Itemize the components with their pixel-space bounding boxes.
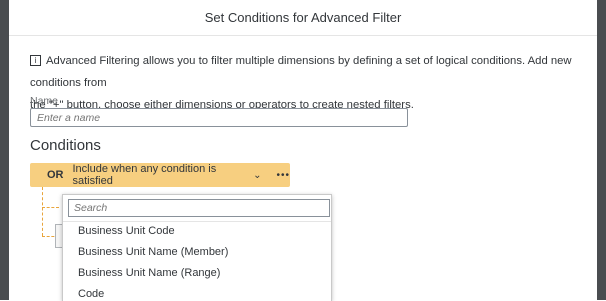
- search-input[interactable]: [68, 199, 330, 217]
- background-overlay-left: [0, 0, 9, 300]
- info-icon: i: [30, 54, 41, 66]
- dialog-header: Set Conditions for Advanced Filter: [9, 0, 597, 36]
- or-condition-group[interactable]: OR Include when any condition is satisfi…: [30, 163, 290, 187]
- advanced-filter-dialog: Set Conditions for Advanced Filter i Adva…: [9, 0, 597, 301]
- name-input[interactable]: [30, 108, 408, 127]
- conditions-heading: Conditions: [30, 137, 101, 154]
- chevron-down-icon[interactable]: ⌄: [253, 170, 261, 181]
- tree-connector-branch: [42, 207, 59, 208]
- background-overlay-right: [597, 0, 606, 300]
- operator-label: OR: [47, 169, 64, 181]
- dropdown-option-business-unit-code[interactable]: Business Unit Code: [78, 225, 175, 237]
- more-icon[interactable]: •••: [276, 170, 290, 181]
- info-message: i Advanced Filtering allows you to filter…: [30, 50, 590, 116]
- dropdown-divider: [63, 221, 331, 222]
- tree-connector-vertical: [42, 187, 43, 236]
- dropdown-option-code[interactable]: Code: [78, 288, 104, 300]
- info-text-line1: Advanced Filtering allows you to filter …: [30, 55, 572, 89]
- name-label: Name: [30, 95, 59, 107]
- dimension-dropdown: Business Unit Code Business Unit Name (M…: [62, 194, 332, 301]
- operator-description: Include when any condition is satisfied: [72, 163, 217, 187]
- dialog-title: Set Conditions for Advanced Filter: [204, 10, 402, 25]
- dropdown-option-business-unit-name-range[interactable]: Business Unit Name (Range): [78, 267, 220, 279]
- dropdown-option-business-unit-name-member[interactable]: Business Unit Name (Member): [78, 246, 228, 258]
